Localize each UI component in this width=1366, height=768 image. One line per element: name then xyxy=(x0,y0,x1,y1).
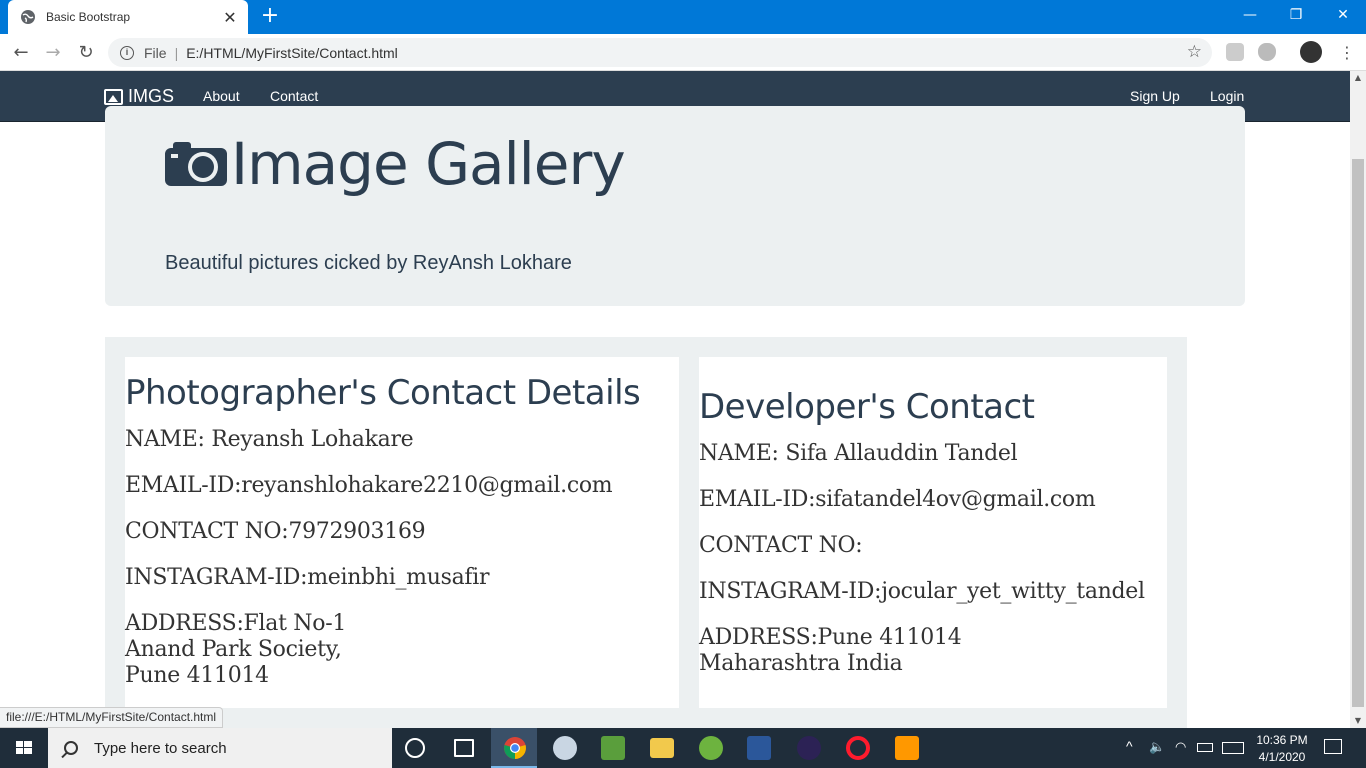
address-line: Pune 411014 xyxy=(125,663,269,688)
close-icon[interactable]: ✕ xyxy=(222,8,238,27)
paint-app-icon[interactable] xyxy=(553,736,577,760)
page-title: Image Gallery xyxy=(165,130,626,198)
camera-icon xyxy=(165,142,227,186)
speaker-icon[interactable]: 🔈 xyxy=(1149,739,1165,755)
browser-toolbar: ← → ↻ i File | E:/HTML/MyFirstSite/Conta… xyxy=(0,34,1366,71)
window-close-icon[interactable]: ✕ xyxy=(1320,0,1366,30)
star-icon[interactable]: ☆ xyxy=(1187,42,1202,62)
globe-icon xyxy=(21,10,35,24)
avatar[interactable] xyxy=(1300,41,1322,63)
battery-icon[interactable] xyxy=(1197,743,1213,752)
browser-tab[interactable]: Basic Bootstrap ✕ xyxy=(8,0,248,34)
shield-icon[interactable] xyxy=(1258,43,1276,61)
developer-email: EMAIL-ID:sifatandel4ov@gmail.com xyxy=(699,487,1096,512)
photographer-card: Photographer's Contact Details NAME: Rey… xyxy=(125,357,679,708)
windows-start-icon[interactable] xyxy=(0,728,48,768)
scheme-label: File xyxy=(144,44,167,61)
developer-address: ADDRESS:Pune 411014 Maharashtra India xyxy=(699,625,1167,677)
clock-date: 4/1/2020 xyxy=(1258,750,1306,764)
clock-time: 10:36 PM xyxy=(1256,733,1308,747)
nav-about[interactable]: About xyxy=(203,88,240,104)
scrollbar-thumb[interactable] xyxy=(1352,159,1364,707)
system-clock[interactable]: 10:36 PM 4/1/2020 xyxy=(1250,733,1314,764)
photographer-heading: Photographer's Contact Details xyxy=(125,373,641,413)
developer-card: Developer's Contact NAME: Sifa Allauddin… xyxy=(699,357,1167,708)
address-line: Anand Park Society, xyxy=(125,637,342,662)
photographer-name: NAME: Reyansh Lohakare xyxy=(125,427,414,452)
cortana-icon[interactable] xyxy=(405,738,425,758)
file-explorer-icon[interactable] xyxy=(650,738,674,758)
photographer-address: ADDRESS:Flat No-1 Anand Park Society, Pu… xyxy=(125,611,679,689)
reload-icon[interactable]: ↻ xyxy=(73,40,99,66)
chrome-icon[interactable] xyxy=(503,736,527,760)
status-url: file:///E:/HTML/MyFirstSite/Contact.html xyxy=(0,707,224,728)
image-icon xyxy=(104,88,123,105)
scroll-up-icon[interactable]: ▲ xyxy=(1350,71,1366,85)
jumbotron: Image Gallery Beautiful pictures cicked … xyxy=(105,106,1245,306)
web-page: IMGS About Contact Sign Up Login Image G… xyxy=(0,71,1350,728)
photographer-email: EMAIL-ID:reyanshlohakare2210@gmail.com xyxy=(125,473,613,498)
scroll-down-icon[interactable]: ▼ xyxy=(1350,714,1366,728)
developer-name: NAME: Sifa Allauddin Tandel xyxy=(699,441,1018,466)
search-placeholder: Type here to search xyxy=(94,739,227,757)
windows-taskbar: Type here to search ^ 🔈 ◠ 10:36 PM 4/1/2… xyxy=(0,728,1366,768)
address-line: ADDRESS:Flat No-1 xyxy=(125,611,347,636)
taskbar-search[interactable]: Type here to search xyxy=(48,728,392,768)
title-text: Image Gallery xyxy=(231,130,626,198)
search-icon xyxy=(64,741,78,755)
tab-strip: Basic Bootstrap ✕ + — ❐ ✕ xyxy=(0,0,1366,34)
info-icon[interactable]: i xyxy=(120,45,134,60)
address-line: ADDRESS:Pune 411014 xyxy=(699,625,962,650)
spring-app-icon[interactable] xyxy=(699,736,723,760)
developer-phone: CONTACT NO: xyxy=(699,533,863,558)
developer-heading: Developer's Contact xyxy=(699,387,1035,427)
nav-login[interactable]: Login xyxy=(1210,88,1244,104)
developer-instagram: INSTAGRAM-ID:jocular_yet_witty_tandel xyxy=(699,579,1145,604)
url-text: E:/HTML/MyFirstSite/Contact.html xyxy=(186,44,398,61)
contact-section: Photographer's Contact Details NAME: Rey… xyxy=(105,337,1187,728)
back-arrow-icon[interactable]: ← xyxy=(8,40,34,66)
nav-contact[interactable]: Contact xyxy=(270,88,318,104)
nav-sign-up[interactable]: Sign Up xyxy=(1130,88,1180,104)
address-line: Maharashtra India xyxy=(699,651,903,676)
brand-text: IMGS xyxy=(128,86,175,106)
minimize-icon[interactable]: — xyxy=(1227,0,1273,30)
extension-icon[interactable] xyxy=(1226,43,1244,61)
word-app-icon[interactable] xyxy=(747,736,771,760)
plus-icon[interactable]: + xyxy=(258,5,282,29)
sublime-text-icon[interactable] xyxy=(895,736,919,760)
separator: | xyxy=(174,44,179,61)
brand-link[interactable]: IMGS xyxy=(104,86,174,107)
address-bar[interactable]: i File | E:/HTML/MyFirstSite/Contact.htm… xyxy=(108,38,1212,67)
notepad-app-icon[interactable] xyxy=(601,736,625,760)
opera-icon[interactable] xyxy=(846,736,870,760)
subtitle: Beautiful pictures cicked by ReyAnsh Lok… xyxy=(165,252,572,274)
tab-title: Basic Bootstrap xyxy=(46,10,131,24)
eclipse-app-icon[interactable] xyxy=(797,736,821,760)
maximize-icon[interactable]: ❐ xyxy=(1273,0,1319,30)
chevron-up-icon[interactable]: ^ xyxy=(1126,738,1133,754)
wifi-icon[interactable]: ◠ xyxy=(1175,739,1186,755)
page-scrollbar[interactable]: ▲ ▼ xyxy=(1350,71,1366,728)
notification-icon[interactable] xyxy=(1324,739,1342,754)
photographer-instagram: INSTAGRAM-ID:meinbhi_musafir xyxy=(125,565,490,590)
menu-icon[interactable]: ⋮ xyxy=(1334,40,1360,66)
forward-arrow-icon[interactable]: → xyxy=(40,40,66,66)
keyboard-icon[interactable] xyxy=(1222,742,1244,754)
photographer-phone: CONTACT NO:7972903169 xyxy=(125,519,426,544)
task-view-icon[interactable] xyxy=(454,739,474,757)
